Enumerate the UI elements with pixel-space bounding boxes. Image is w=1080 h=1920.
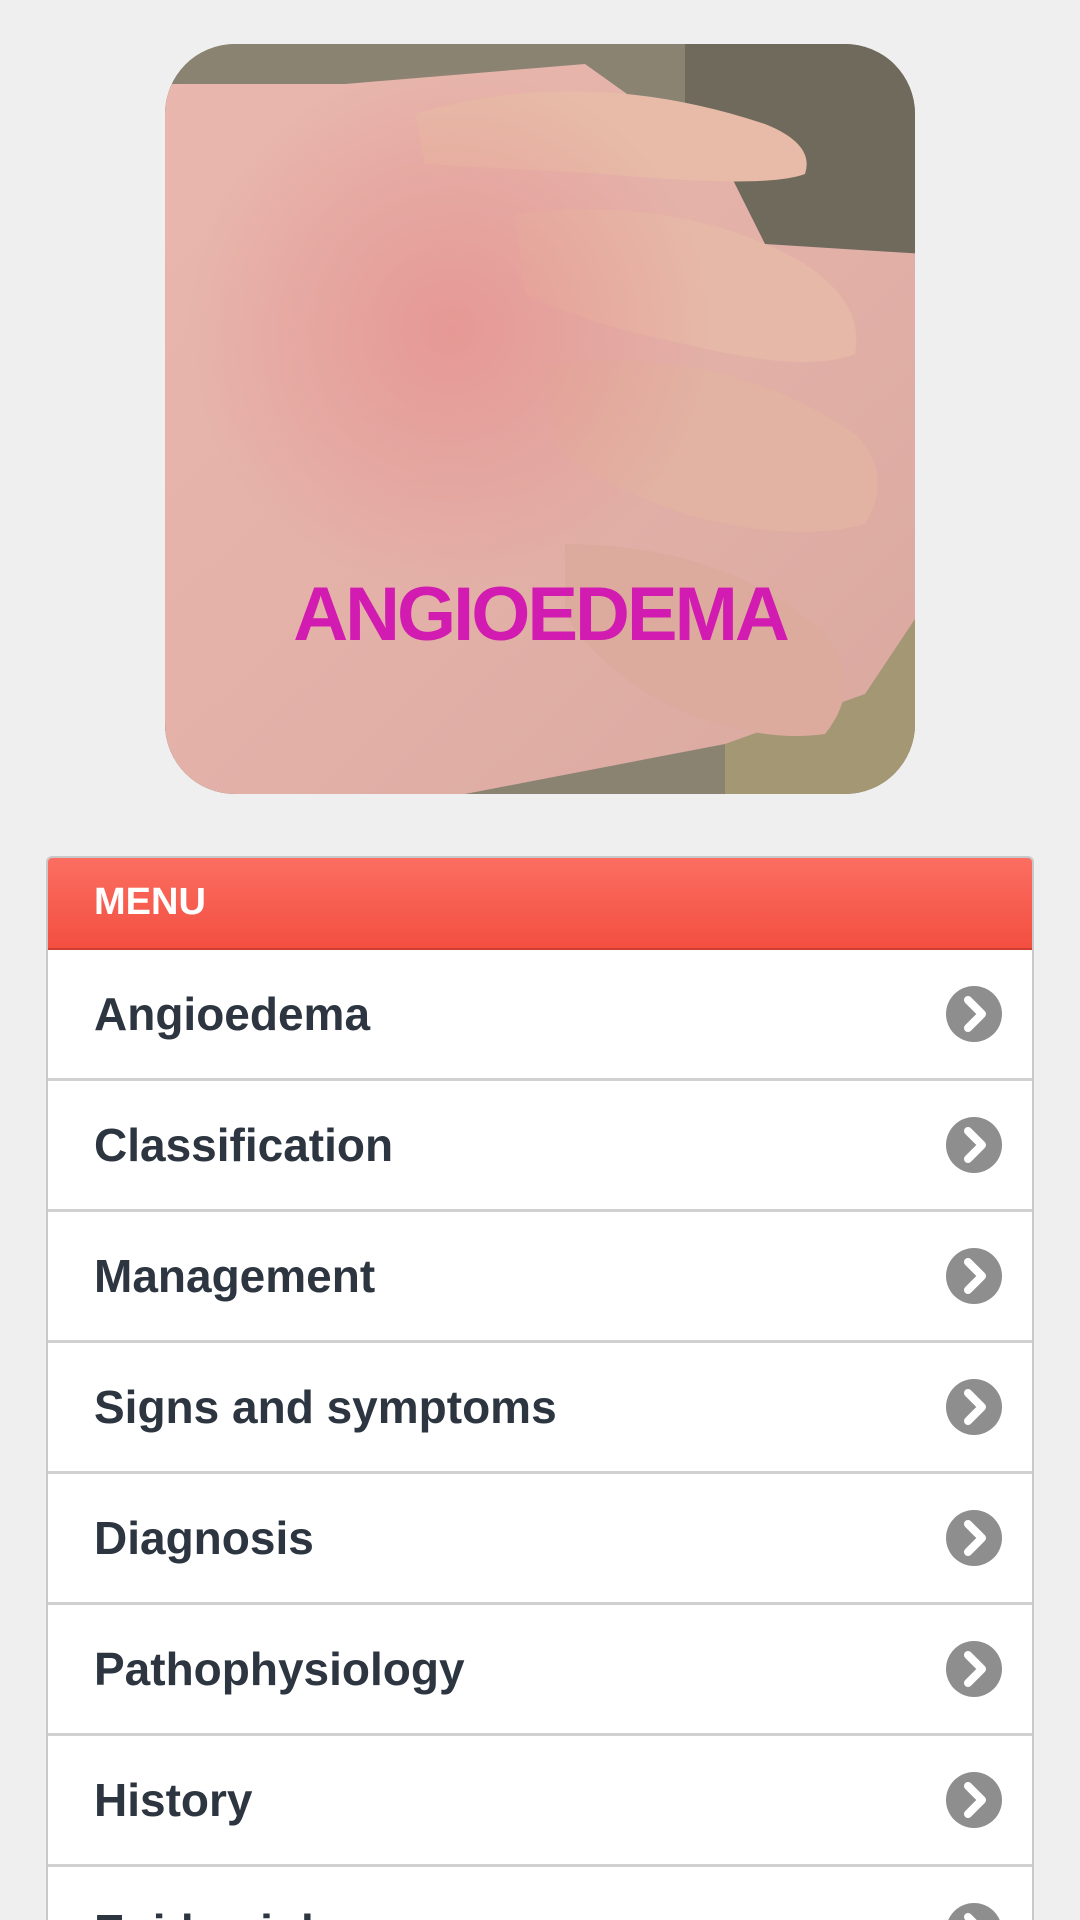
menu-list: Angioedema Classification Management Signs … xyxy=(48,950,1032,1920)
menu-item-label: Diagnosis xyxy=(94,1512,314,1564)
chevron-right-circle-icon xyxy=(946,1510,1002,1566)
app-screen: ANGIOEDEMA MENU Angioedema Classification… xyxy=(0,0,1080,1920)
hero-caption: ANGIOEDEMA xyxy=(293,572,790,657)
menu-item-label: Classification xyxy=(94,1119,394,1171)
chevron-right-circle-icon xyxy=(946,1248,1002,1304)
menu-item-label: Management xyxy=(94,1250,376,1302)
hero-image: ANGIOEDEMA xyxy=(165,44,915,794)
chevron-right-circle-icon xyxy=(946,1379,1002,1435)
menu-item-history[interactable]: History xyxy=(48,1736,1032,1867)
menu-item-classification[interactable]: Classification xyxy=(48,1081,1032,1212)
menu-item-label: History xyxy=(94,1774,253,1826)
chevron-right-circle-icon xyxy=(946,1641,1002,1697)
menu-item-management[interactable]: Management xyxy=(48,1212,1032,1343)
menu-item-signs-and-symptoms[interactable]: Signs and symptoms xyxy=(48,1343,1032,1474)
hand-photo-illustration xyxy=(165,44,915,794)
chevron-right-circle-icon xyxy=(946,1117,1002,1173)
menu-item-angioedema[interactable]: Angioedema xyxy=(48,950,1032,1081)
chevron-right-circle-icon xyxy=(946,1903,1002,1920)
menu-header: MENU xyxy=(48,858,1032,950)
chevron-right-circle-icon xyxy=(946,1772,1002,1828)
menu-item-label: Epidemiology xyxy=(94,1867,396,1920)
menu-item-label: Signs and symptoms xyxy=(94,1381,557,1433)
menu-item-pathophysiology[interactable]: Pathophysiology xyxy=(48,1605,1032,1736)
menu-item-diagnosis[interactable]: Diagnosis xyxy=(48,1474,1032,1605)
menu-item-epidemiology[interactable]: Epidemiology xyxy=(48,1867,1032,1920)
menu-panel: MENU Angioedema Classification Management S… xyxy=(46,856,1034,1920)
menu-item-label: Pathophysiology xyxy=(94,1643,465,1695)
chevron-right-circle-icon xyxy=(946,986,1002,1042)
menu-item-label: Angioedema xyxy=(94,988,371,1040)
